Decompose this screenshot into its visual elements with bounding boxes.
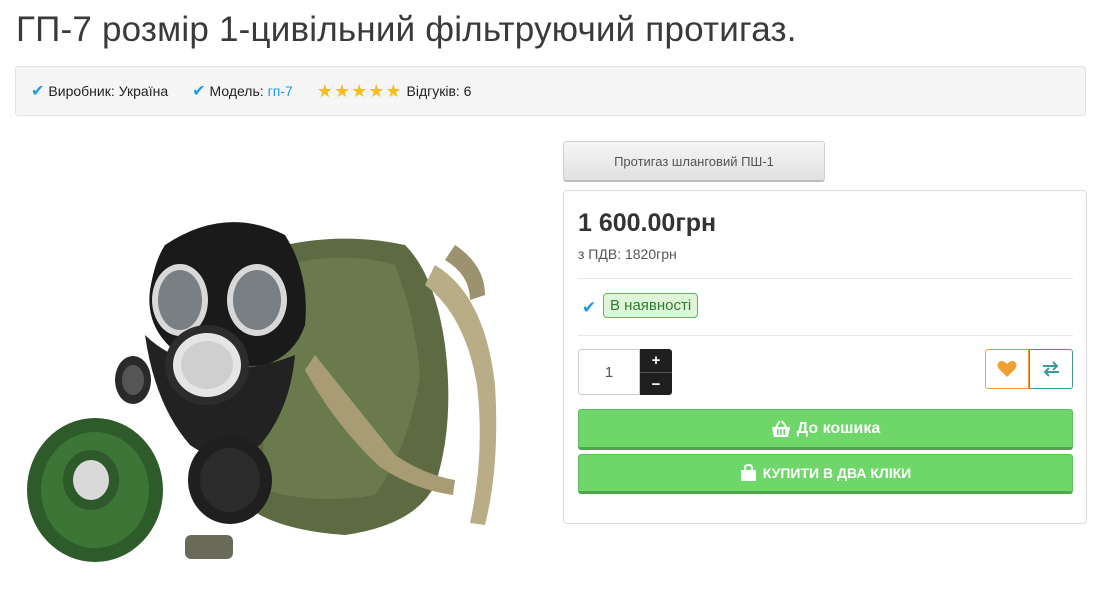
quantity-increase-button[interactable]: + [640,349,672,372]
product-price: 1 600.00грн [578,209,717,237]
compare-icon [1043,361,1059,377]
page-title: ГП-7 розмір 1-цивільний фільтруючий прот… [16,10,797,49]
manufacturer-label: Виробник: [48,83,115,99]
manufacturer-value: Україна [118,83,169,99]
manufacturer-info: ✔ Виробник: Україна [31,81,168,101]
shopping-bag-icon [740,464,757,482]
check-icon: ✔ [31,83,45,100]
quantity-decrease-button[interactable]: − [640,372,672,395]
star-icon: ★ [333,81,351,101]
model-link[interactable]: гп-7 [268,83,293,99]
stock-status-badge: В наявності [603,293,699,318]
check-icon: ✔ [582,298,597,317]
reviews-count[interactable]: Відгуків: 6 [407,83,472,99]
wishlist-button[interactable] [985,349,1029,389]
buy-one-click-label: КУПИТИ В ДВА КЛІКИ [762,465,912,481]
star-icon: ★ [385,81,402,101]
star-icon: ★ [368,81,385,101]
related-product-tab[interactable]: Протигаз шланговий ПШ-1 [563,141,825,182]
model-label: Модель: [209,83,264,99]
heart-icon [997,360,1017,377]
product-meta-bar: ✔ Виробник: Україна ✔ Модель: гп-7 ★ ★ ★… [15,66,1086,116]
check-icon: ✔ [192,83,206,100]
add-to-cart-label: До кошика [796,419,881,437]
quantity-input[interactable] [578,349,640,395]
add-to-cart-button[interactable]: До кошика [578,409,1073,450]
compare-button[interactable] [1029,349,1073,389]
product-image[interactable] [15,205,511,591]
divider [578,278,1073,279]
star-icon: ★ [351,81,368,101]
purchase-panel: 1 600.00грн з ПДВ: 1820грн ✔ В наявності… [563,190,1087,524]
rating-stars: ★ ★ ★ ★ ★ [317,82,403,100]
rating-info[interactable]: ★ ★ ★ ★ ★ Відгуків: 6 [317,82,472,100]
vat-price: з ПДВ: 1820грн [578,246,677,262]
star-icon: ★ [316,81,333,101]
buy-one-click-button[interactable]: КУПИТИ В ДВА КЛІКИ [578,454,1073,494]
divider [578,335,1073,336]
basket-icon [771,419,791,438]
model-info: ✔ Модель: гп-7 [192,81,293,101]
